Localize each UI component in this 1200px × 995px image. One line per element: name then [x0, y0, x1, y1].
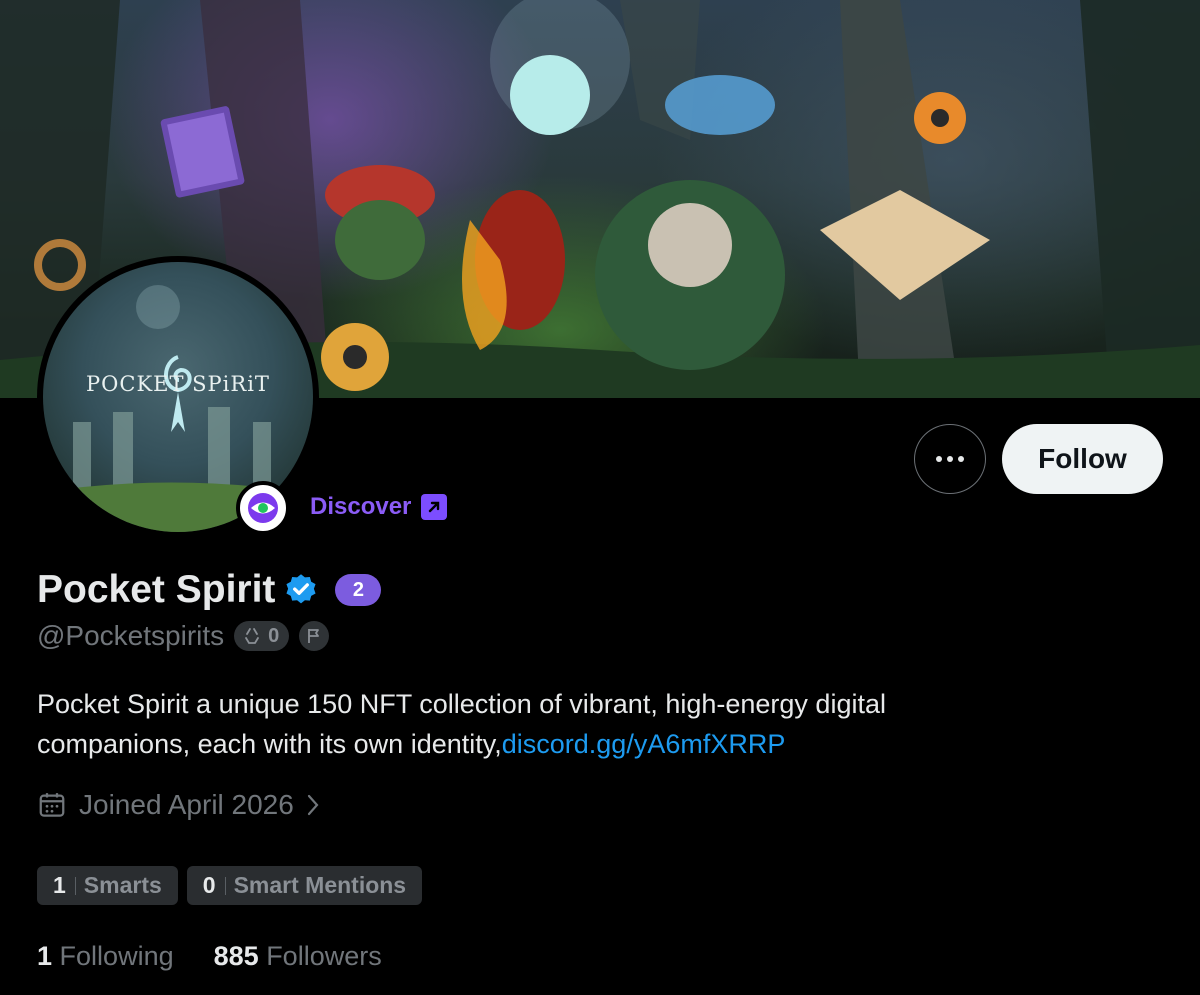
recycle-count: 0: [268, 624, 280, 647]
recycle-chip[interactable]: 0: [234, 621, 290, 651]
smarts-count: 1: [53, 872, 66, 898]
user-handle: @Pocketspirits: [37, 620, 225, 651]
smart-mentions-pill[interactable]: 0 Smart Mentions: [186, 866, 423, 905]
discover-link[interactable]: Discover: [310, 493, 448, 521]
joined-date-row[interactable]: Joined April 2026: [37, 789, 320, 821]
followers-link[interactable]: 885 Followers: [214, 941, 382, 972]
smart-mentions-label: Smart Mentions: [233, 872, 407, 898]
more-options-button[interactable]: [914, 424, 986, 494]
badge-count[interactable]: 2: [335, 574, 382, 606]
more-dot: [958, 456, 964, 462]
smart-mentions-count: 0: [202, 872, 216, 898]
following-count: 1: [37, 941, 53, 971]
followers-count: 885: [213, 941, 259, 971]
pill-divider: [224, 876, 226, 895]
flag-icon: [308, 629, 320, 643]
smarts-pill[interactable]: 1 Smarts: [37, 866, 178, 905]
discover-label: Discover: [310, 493, 412, 520]
profile-name-row: Pocket Spirit 2: [37, 568, 382, 612]
discover-eye-badge[interactable]: [236, 481, 290, 535]
flag-button[interactable]: [299, 621, 330, 651]
follow-stats: 1 Following 885 Followers: [37, 941, 382, 972]
verified-badge-icon[interactable]: [283, 572, 319, 608]
follow-button[interactable]: Follow: [1002, 424, 1163, 494]
following-link[interactable]: 1 Following: [37, 941, 174, 972]
external-link-icon: [421, 494, 448, 520]
handle-row: @Pocketspirits 0: [37, 620, 330, 652]
profile-bio: Pocket Spirit a unique 150 NFT collectio…: [37, 684, 1037, 764]
calendar-icon: [39, 793, 65, 817]
bio-discord-link[interactable]: discord.gg/yA6mfXRRP: [502, 729, 786, 759]
avatar-logo-text: POCKET SPiRiT: [86, 372, 270, 396]
pill-divider: [74, 876, 76, 895]
display-name: Pocket Spirit: [37, 568, 276, 611]
chevron-right-icon: [307, 794, 319, 816]
more-dot: [947, 456, 953, 462]
joined-date: Joined April 2026: [79, 789, 294, 820]
smarts-label: Smarts: [83, 872, 162, 898]
followers-label: Followers: [266, 941, 382, 971]
recycle-icon: [245, 628, 260, 644]
smart-stats-row: 1 Smarts 0 Smart Mentions: [37, 866, 423, 905]
eye-icon: [248, 493, 278, 523]
more-horizontal-icon: [936, 456, 942, 462]
following-label: Following: [59, 941, 174, 971]
